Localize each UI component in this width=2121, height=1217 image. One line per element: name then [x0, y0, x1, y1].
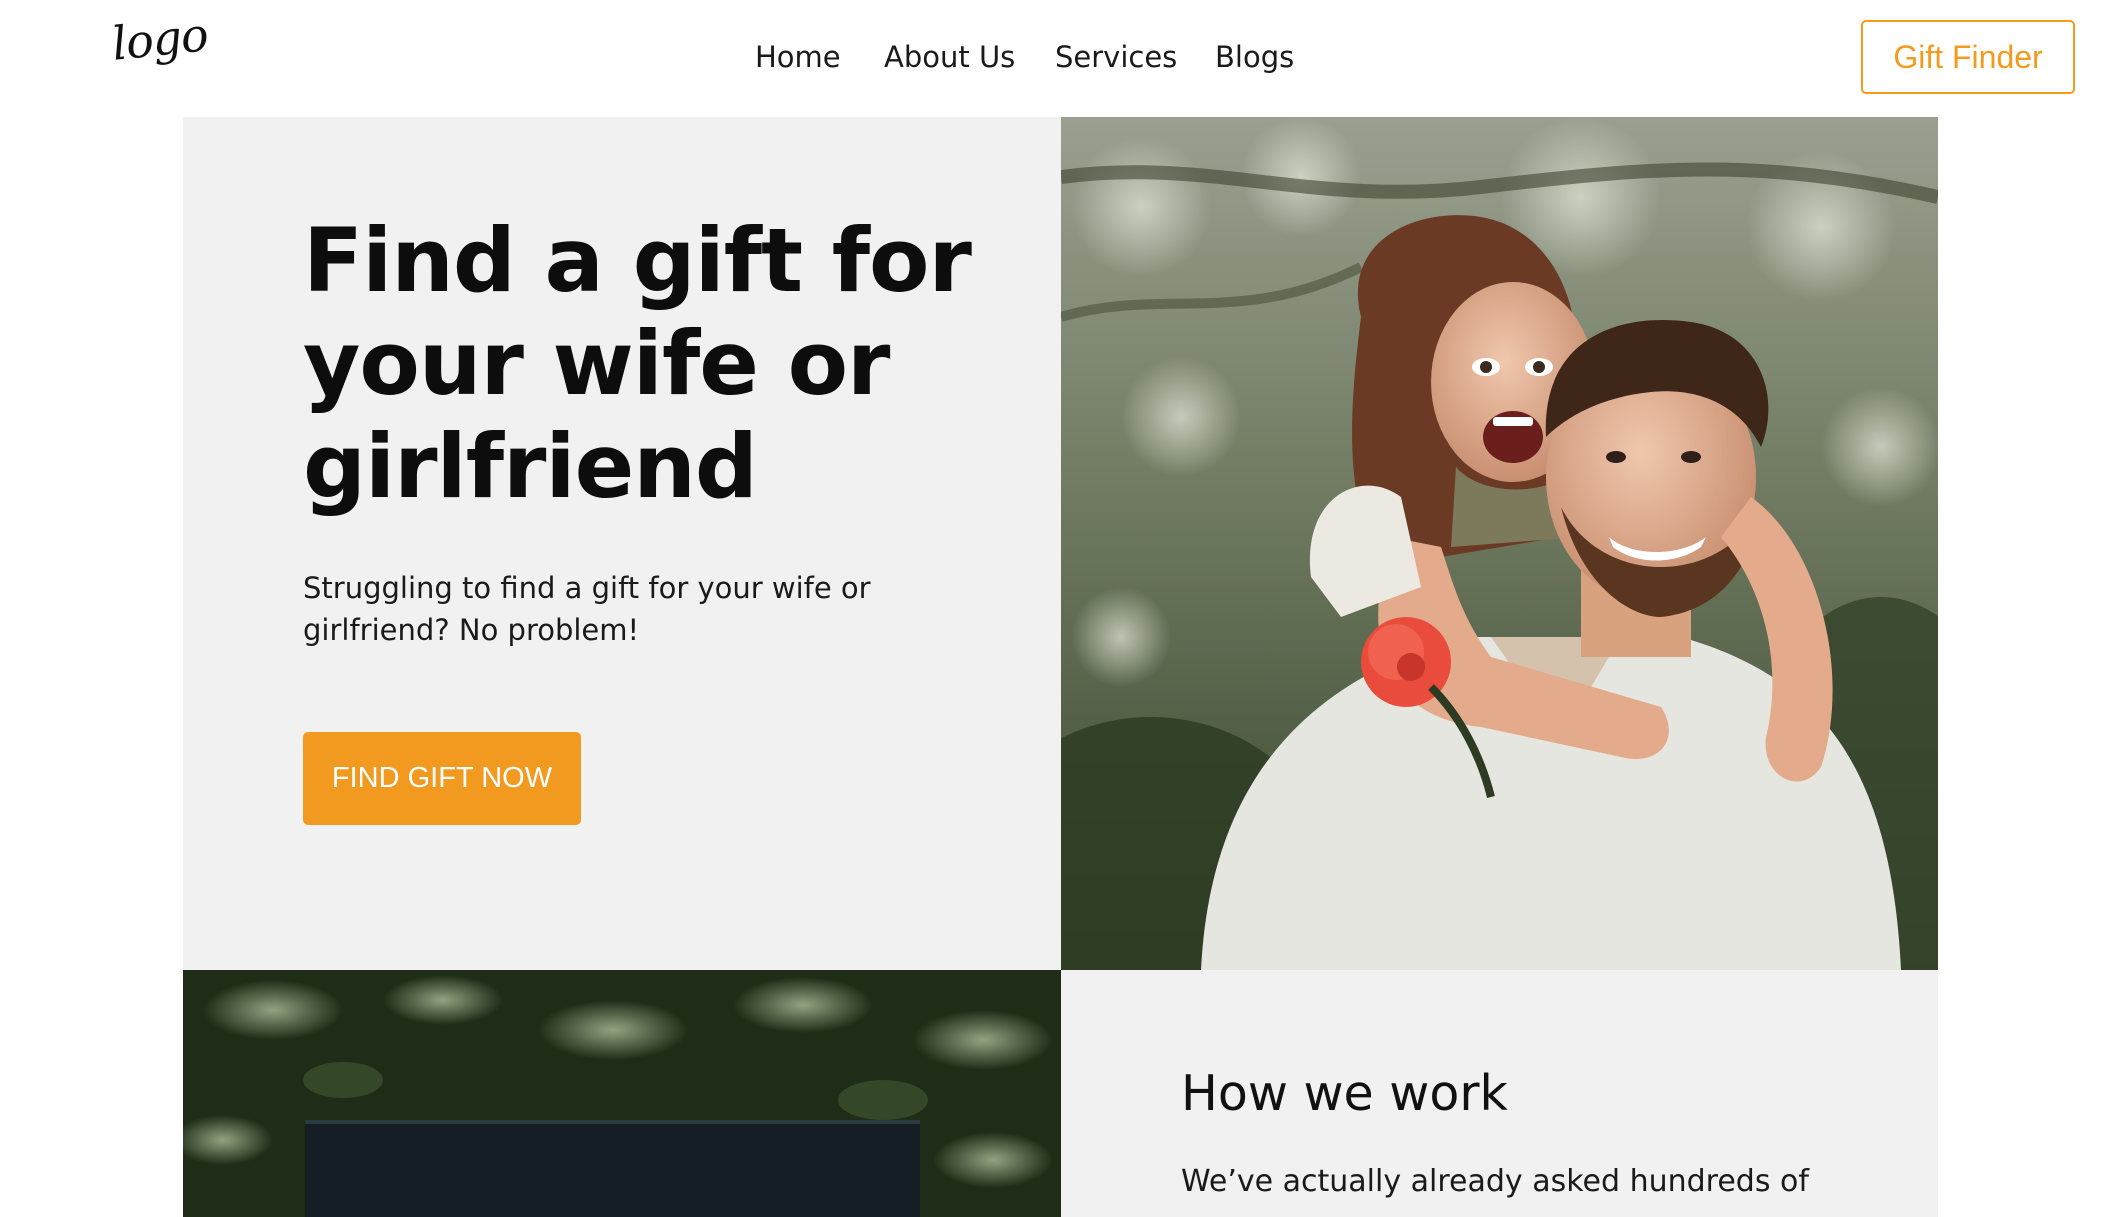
how-we-work-panel: How we work We’ve actually already asked…: [1061, 970, 1938, 1217]
nav-blogs-link[interactable]: Blogs: [1215, 40, 1294, 74]
nav-services-link[interactable]: Services: [1055, 40, 1177, 74]
gift-finder-button[interactable]: Gift Finder: [1861, 20, 2075, 94]
how-we-work-title: How we work: [1181, 1065, 1508, 1122]
hero-text-panel: Find a gift for your wife or girlfriend …: [183, 117, 1061, 970]
logo[interactable]: logo: [109, 7, 210, 71]
couple-photo: [1061, 117, 1938, 970]
gift-box-photo: [183, 970, 1061, 1217]
nav-home-link[interactable]: Home: [755, 40, 841, 74]
site-header: logo Home About Us Services Blogs Gift F…: [0, 0, 2121, 117]
nav-about-us-link[interactable]: About Us: [884, 40, 1015, 74]
find-gift-now-button[interactable]: FIND GIFT NOW: [303, 732, 581, 825]
hero-title: Find a gift for your wife or girlfriend: [303, 209, 972, 518]
how-we-work-text: We’ve actually already asked hundreds of: [1181, 1164, 1809, 1199]
hero-subtitle: Struggling to find a gift for your wife …: [303, 571, 871, 647]
